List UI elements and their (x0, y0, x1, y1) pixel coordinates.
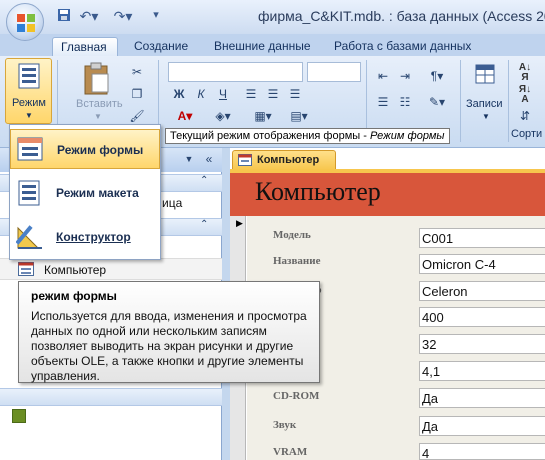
view-tooltip: Текущий режим отображения формы - Режим … (165, 128, 450, 144)
menu-item-form-view[interactable]: Режим формы (10, 129, 160, 169)
tab-create[interactable]: Создание (126, 37, 196, 56)
field-label-cdrom: CD-ROM (273, 390, 320, 402)
field-processor[interactable]: Celeron (419, 281, 545, 301)
records-label: Записи (466, 98, 503, 110)
field-sound[interactable]: Да (419, 416, 545, 436)
save-icon[interactable] (56, 8, 72, 26)
ribbon-separator (460, 60, 461, 142)
gridlines-icon[interactable]: ▦▾ (246, 106, 280, 126)
tooltip-body: Используется для ввода, изменения и прос… (31, 309, 307, 383)
field-cdrom[interactable]: Да (419, 388, 545, 408)
field-vram[interactable]: 4 (419, 443, 545, 460)
font-name-combo[interactable] (168, 62, 303, 82)
alternate-fill-icon[interactable]: ▤▾ (284, 106, 314, 126)
records-icon (475, 64, 495, 84)
nav-group-collapse-icon[interactable]: ⌃ (200, 219, 208, 230)
format-painter-icon[interactable]: 🖌 (126, 106, 148, 126)
design-view-icon (16, 225, 42, 249)
nav-item-icon (12, 409, 26, 423)
bold-icon[interactable]: Ж (168, 84, 190, 104)
tab-external-data[interactable]: Внешние данные (206, 37, 319, 56)
view-button[interactable]: Режим ▼ (5, 58, 52, 124)
font-size-combo[interactable] (307, 62, 361, 82)
field-frequency[interactable]: 400 (419, 307, 545, 327)
tab-home[interactable]: Главная (52, 37, 118, 56)
field-name[interactable]: Omicron C-4 (419, 254, 545, 274)
field-hdd[interactable]: 4,1 (419, 361, 545, 381)
nav-table-item[interactable]: ица (162, 196, 182, 210)
customize-toolbar-icon[interactable]: ▾ (150, 8, 162, 26)
menu-item-design-view[interactable]: Конструктор (10, 217, 160, 257)
undo-icon[interactable]: ↶▾ (76, 8, 102, 26)
form-icon (238, 154, 252, 166)
nav-group-collapse-icon[interactable]: ⌃ (200, 175, 208, 186)
office-button[interactable] (6, 3, 44, 41)
menu-item-label: Конструктор (56, 230, 131, 244)
form-view-tooltip: режим формы Используется для ввода, изме… (18, 281, 320, 383)
view-button-label: Режим (12, 97, 46, 109)
tab-database-tools[interactable]: Работа с базами данных (326, 37, 479, 56)
records-button[interactable]: Записи ▼ (466, 60, 503, 124)
field-label-vram: VRAM (273, 446, 308, 458)
field-model[interactable]: C001 (419, 228, 545, 248)
current-record-arrow-icon: ▶ (236, 218, 243, 228)
cut-icon[interactable]: ✂ (126, 62, 148, 82)
paste-dropdown-arrow-icon: ▼ (94, 112, 102, 121)
nav-item-label: Компьютер (44, 263, 107, 277)
view-tooltip-emphasis: Режим формы (369, 130, 445, 142)
field-label-model: Модель (273, 229, 311, 241)
paragraph-icon[interactable]: ¶▾ (420, 66, 454, 86)
menu-item-layout-view[interactable]: Режим макета (10, 173, 160, 213)
nav-collapse-icon[interactable]: « (200, 150, 218, 168)
align-center-icon[interactable]: ☰ (262, 84, 284, 104)
clear-sort-icon[interactable]: ⇵ (514, 106, 536, 126)
view-dropdown-arrow-icon: ▼ (25, 111, 33, 120)
ribbon-separator (508, 60, 509, 142)
increase-indent-icon[interactable]: ⇥ (394, 66, 416, 86)
view-icon (18, 63, 40, 89)
field-label-sound: Звук (273, 419, 297, 431)
paste-button-label: Вставить (76, 98, 123, 110)
sort-descending-icon[interactable]: Я↓ А (514, 84, 536, 105)
sort-ascending-icon[interactable]: А↓ Я (514, 62, 536, 83)
underline-icon[interactable]: Ч (212, 84, 234, 104)
office-logo-icon (17, 14, 35, 32)
form-icon (18, 262, 34, 276)
sort-group-label: Сорти (511, 128, 543, 140)
nav-group-collapsed[interactable] (0, 388, 222, 406)
italic-icon[interactable]: К (190, 84, 212, 104)
tooltip-title: режим формы (31, 289, 117, 303)
fill-color-icon[interactable]: ◈▾ (206, 106, 240, 126)
redo-icon[interactable]: ↷▾ (110, 8, 136, 26)
view-dropdown-menu: Режим формы Режим макета Конструктор (9, 124, 161, 260)
font-color-icon[interactable]: A▾ (168, 106, 202, 126)
align-left-icon[interactable]: ☰ (240, 84, 262, 104)
nav-menu-arrow-icon[interactable]: ▼ (180, 150, 198, 168)
view-tooltip-text: Текущий режим отображения формы - (170, 130, 370, 142)
layout-view-icon (18, 180, 40, 206)
menu-item-label: Режим макета (56, 186, 139, 200)
field-label-name: Название (273, 255, 321, 267)
align-right-icon[interactable]: ☰ (284, 84, 306, 104)
decrease-indent-icon[interactable]: ⇤ (372, 66, 394, 86)
numbering-icon[interactable]: ☷ (394, 92, 416, 112)
document-tab[interactable]: Компьютер (232, 150, 336, 170)
form-view-icon (17, 137, 43, 161)
form-title: Компьютер (255, 177, 381, 206)
highlight-icon[interactable]: ✎▾ (420, 92, 454, 112)
menu-item-label: Режим формы (57, 143, 144, 157)
document-tab-label: Компьютер (257, 154, 320, 166)
records-dropdown-arrow-icon: ▼ (482, 112, 490, 121)
paste-icon[interactable] (82, 62, 112, 96)
field-memory[interactable]: 32 (419, 334, 545, 354)
bullets-icon[interactable]: ☰ (372, 92, 394, 112)
copy-icon[interactable]: ❐ (126, 84, 148, 104)
window-title: фирма_C&KIT.mdb. : база данных (Access 2… (258, 8, 545, 24)
